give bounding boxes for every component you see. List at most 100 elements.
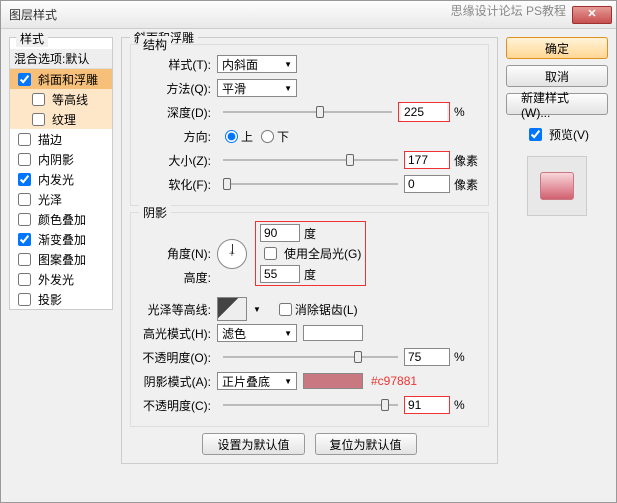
highlight-opacity-input[interactable]	[404, 348, 450, 366]
make-default-button[interactable]: 设置为默认值	[202, 433, 304, 455]
style-checkbox-contour_sub[interactable]	[32, 93, 45, 106]
window-title: 图层样式	[9, 6, 57, 23]
angle-picker[interactable]	[217, 239, 247, 269]
style-label: 纹理	[52, 111, 76, 128]
style-label: 渐变叠加	[38, 231, 86, 248]
gloss-label: 光泽等高线:	[139, 301, 217, 318]
antialias-checkbox[interactable]	[279, 303, 292, 316]
preview-label: 预览(V)	[549, 126, 589, 143]
chevron-down-icon: ▼	[284, 377, 292, 386]
depth-slider[interactable]	[223, 103, 392, 121]
style-item-pattern_overlay[interactable]: 图案叠加	[10, 249, 112, 269]
direction-label: 方向:	[139, 128, 217, 145]
global-light-label: 使用全局光(G)	[284, 245, 361, 262]
technique-combo[interactable]: 平滑▼	[217, 79, 297, 97]
style-label: 样式(T):	[139, 56, 217, 73]
soften-slider[interactable]	[223, 175, 398, 193]
reset-default-button[interactable]: 复位为默认值	[315, 433, 417, 455]
antialias-label: 消除锯齿(L)	[295, 301, 358, 318]
style-checkbox-pattern_overlay[interactable]	[18, 253, 31, 266]
style-label: 光泽	[38, 191, 62, 208]
watermark: 思缘设计论坛 PS教程	[451, 5, 566, 17]
angle-label: 角度(N):	[139, 245, 217, 262]
shadow-color-swatch[interactable]	[303, 373, 363, 389]
global-light-checkbox[interactable]	[264, 247, 277, 260]
style-item-inner_shadow[interactable]: 内阴影	[10, 149, 112, 169]
technique-label: 方法(Q):	[139, 80, 217, 97]
style-item-texture_sub[interactable]: 纹理	[10, 109, 112, 129]
size-input[interactable]	[404, 151, 450, 169]
size-slider[interactable]	[223, 151, 398, 169]
style-item-outer_glow[interactable]: 外发光	[10, 269, 112, 289]
layer-style-dialog: 图层样式 思缘设计论坛 PS教程 ✕ 样式 混合选项:默认斜面和浮雕等高线纹理描…	[0, 0, 617, 503]
ok-button[interactable]: 确定	[506, 37, 608, 59]
highlight-opacity-slider[interactable]	[223, 348, 398, 366]
highlight-color-swatch[interactable]	[303, 325, 363, 341]
style-checkbox-satin[interactable]	[18, 193, 31, 206]
right-buttons: 确定 取消 新建样式(W)... 预览(V)	[506, 37, 608, 494]
styles-group-label: 样式	[16, 30, 48, 47]
chevron-down-icon: ▼	[284, 84, 292, 93]
depth-unit: %	[450, 105, 480, 119]
structure-group: 结构 样式(T): 内斜面▼ 方法(Q): 平滑▼ 深度(D):	[130, 44, 489, 206]
size-label: 大小(Z):	[139, 152, 217, 169]
preview-checkbox[interactable]	[529, 128, 542, 141]
shadow-opacity-slider[interactable]	[223, 396, 398, 414]
style-checkbox-inner_shadow[interactable]	[18, 153, 31, 166]
blend-options-item[interactable]: 混合选项:默认	[10, 49, 112, 69]
depth-label: 深度(D):	[139, 104, 217, 121]
preview-thumbnail	[527, 156, 587, 216]
style-item-color_overlay[interactable]: 颜色叠加	[10, 209, 112, 229]
highlight-mode-label: 高光模式(H):	[139, 325, 217, 342]
style-combo[interactable]: 内斜面▼	[217, 55, 297, 73]
styles-sidebar: 样式 混合选项:默认斜面和浮雕等高线纹理描边内阴影内发光光泽颜色叠加渐变叠加图案…	[9, 37, 113, 494]
style-label: 内阴影	[38, 151, 74, 168]
style-item-bevel[interactable]: 斜面和浮雕	[10, 69, 112, 89]
size-unit: 像素	[450, 152, 480, 169]
style-item-contour_sub[interactable]: 等高线	[10, 89, 112, 109]
shadow-mode-combo[interactable]: 正片叠底▼	[217, 372, 297, 390]
style-item-gradient_overlay[interactable]: 渐变叠加	[10, 229, 112, 249]
style-checkbox-drop_shadow[interactable]	[18, 293, 31, 306]
style-item-drop_shadow[interactable]: 投影	[10, 289, 112, 309]
shading-label: 阴影	[139, 204, 171, 221]
style-item-stroke[interactable]: 描边	[10, 129, 112, 149]
style-checkbox-texture_sub[interactable]	[32, 113, 45, 126]
close-icon[interactable]: ✕	[572, 6, 612, 24]
depth-input[interactable]	[401, 103, 447, 121]
direction-up-radio[interactable]	[225, 130, 238, 143]
highlight-opacity-label: 不透明度(O):	[139, 349, 217, 366]
style-checkbox-inner_glow[interactable]	[18, 173, 31, 186]
soften-input[interactable]	[404, 175, 450, 193]
style-label: 斜面和浮雕	[38, 71, 98, 88]
style-checkbox-bevel[interactable]	[18, 73, 31, 86]
gloss-contour-picker[interactable]	[217, 297, 247, 321]
style-label: 颜色叠加	[38, 211, 86, 228]
shadow-opacity-input[interactable]	[404, 396, 450, 414]
cancel-button[interactable]: 取消	[506, 65, 608, 87]
style-label: 图案叠加	[38, 251, 86, 268]
titlebar: 图层样式 思缘设计论坛 PS教程 ✕	[1, 1, 616, 29]
new-style-button[interactable]: 新建样式(W)...	[506, 93, 608, 115]
style-checkbox-stroke[interactable]	[18, 133, 31, 146]
soften-unit: 像素	[450, 176, 480, 193]
altitude-label: 高度:	[139, 269, 217, 286]
chevron-down-icon[interactable]: ▼	[253, 305, 261, 314]
soften-label: 软化(F):	[139, 176, 217, 193]
style-checkbox-color_overlay[interactable]	[18, 213, 31, 226]
style-item-inner_glow[interactable]: 内发光	[10, 169, 112, 189]
direction-down-radio[interactable]	[261, 130, 274, 143]
shadow-opacity-label: 不透明度(C):	[139, 397, 217, 414]
style-checkbox-gradient_overlay[interactable]	[18, 233, 31, 246]
highlight-mode-combo[interactable]: 滤色▼	[217, 324, 297, 342]
angle-input[interactable]	[260, 224, 300, 242]
style-label: 描边	[38, 131, 62, 148]
bevel-group: 斜面和浮雕 结构 样式(T): 内斜面▼ 方法(Q): 平滑▼ 深度(D):	[121, 37, 498, 464]
style-label: 外发光	[38, 271, 74, 288]
style-item-satin[interactable]: 光泽	[10, 189, 112, 209]
altitude-input[interactable]	[260, 265, 300, 283]
style-label: 等高线	[52, 91, 88, 108]
style-checkbox-outer_glow[interactable]	[18, 273, 31, 286]
shadow-color-annotation: #c97881	[363, 374, 417, 388]
shading-group: 阴影 角度(N): 度 使用全局光(G)	[130, 212, 489, 427]
